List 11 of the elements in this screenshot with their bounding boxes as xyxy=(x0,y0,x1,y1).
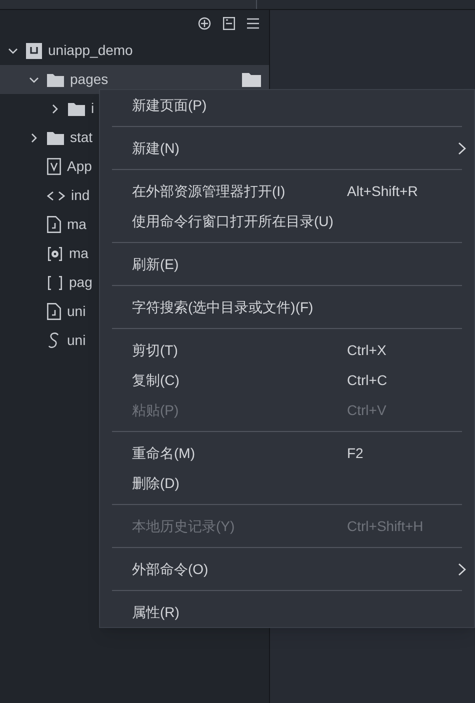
tree-label: uniapp_demo xyxy=(48,41,133,60)
tree-label: ma xyxy=(69,244,88,263)
tree-label: uni xyxy=(67,302,86,321)
tree-label: i xyxy=(91,99,94,118)
tree-label: stat xyxy=(70,128,93,147)
tree-label: pages xyxy=(70,70,108,89)
tree-label: uni xyxy=(67,331,86,350)
tree-label: ma xyxy=(67,215,86,234)
tree-label: pag xyxy=(69,273,92,292)
tree-label: ind xyxy=(71,186,90,205)
tree-label: App xyxy=(67,157,92,176)
